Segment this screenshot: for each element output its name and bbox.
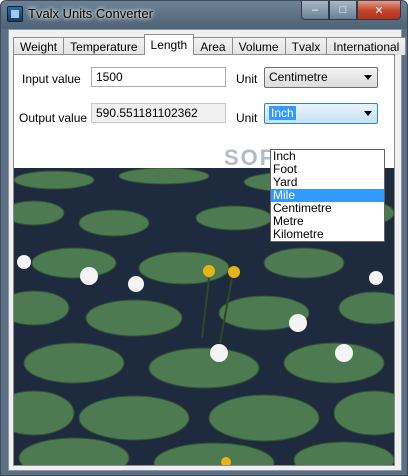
output-unit-select[interactable]: Inch (264, 103, 378, 124)
output-value-field[interactable]: 590.551181102362 (91, 103, 226, 123)
title-bar[interactable]: Tvalx Units Converter – □ ✕ (1, 1, 407, 28)
length-panel: Input value 1500 Unit Centimetre Output … (13, 54, 395, 466)
input-unit-value: Centimetre (269, 70, 328, 84)
tab-international[interactable]: International (326, 37, 407, 55)
tab-strip: Weight Temperature Length Area Volume Tv… (13, 34, 407, 55)
window-title: Tvalx Units Converter (28, 6, 153, 21)
close-button[interactable]: ✕ (357, 1, 401, 20)
app-icon (7, 6, 23, 22)
output-unit-value: Inch (269, 106, 296, 120)
chevron-down-icon (364, 111, 372, 116)
tab-length[interactable]: Length (143, 34, 195, 55)
minimize-button[interactable]: – (301, 1, 329, 20)
tab-volume[interactable]: Volume (231, 37, 286, 55)
maximize-button[interactable]: □ (329, 1, 357, 20)
unit-dropdown-list: Inch Foot Yard Mile Centimetre Metre Kil… (270, 149, 385, 242)
tab-area[interactable]: Area (193, 37, 233, 55)
input-unit-label: Unit (236, 72, 258, 86)
chevron-down-icon (364, 75, 372, 80)
tab-weight[interactable]: Weight (13, 37, 65, 55)
input-unit-select[interactable]: Centimetre (264, 67, 378, 88)
tab-temperature[interactable]: Temperature (63, 37, 145, 55)
input-value-field[interactable]: 1500 (91, 67, 226, 87)
caption-buttons: – □ ✕ (301, 1, 401, 20)
output-unit-label: Unit (236, 111, 258, 125)
output-value-label: Output value (19, 111, 88, 125)
client-area: Weight Temperature Length Area Volume Tv… (8, 29, 407, 471)
app-window: Tvalx Units Converter – □ ✕ Weight Tempe… (0, 0, 408, 476)
tab-tvalx[interactable]: Tvalx (284, 37, 328, 55)
dropdown-option-kilometre[interactable]: Kilometre (271, 228, 384, 241)
input-value-label: Input value (22, 72, 81, 86)
